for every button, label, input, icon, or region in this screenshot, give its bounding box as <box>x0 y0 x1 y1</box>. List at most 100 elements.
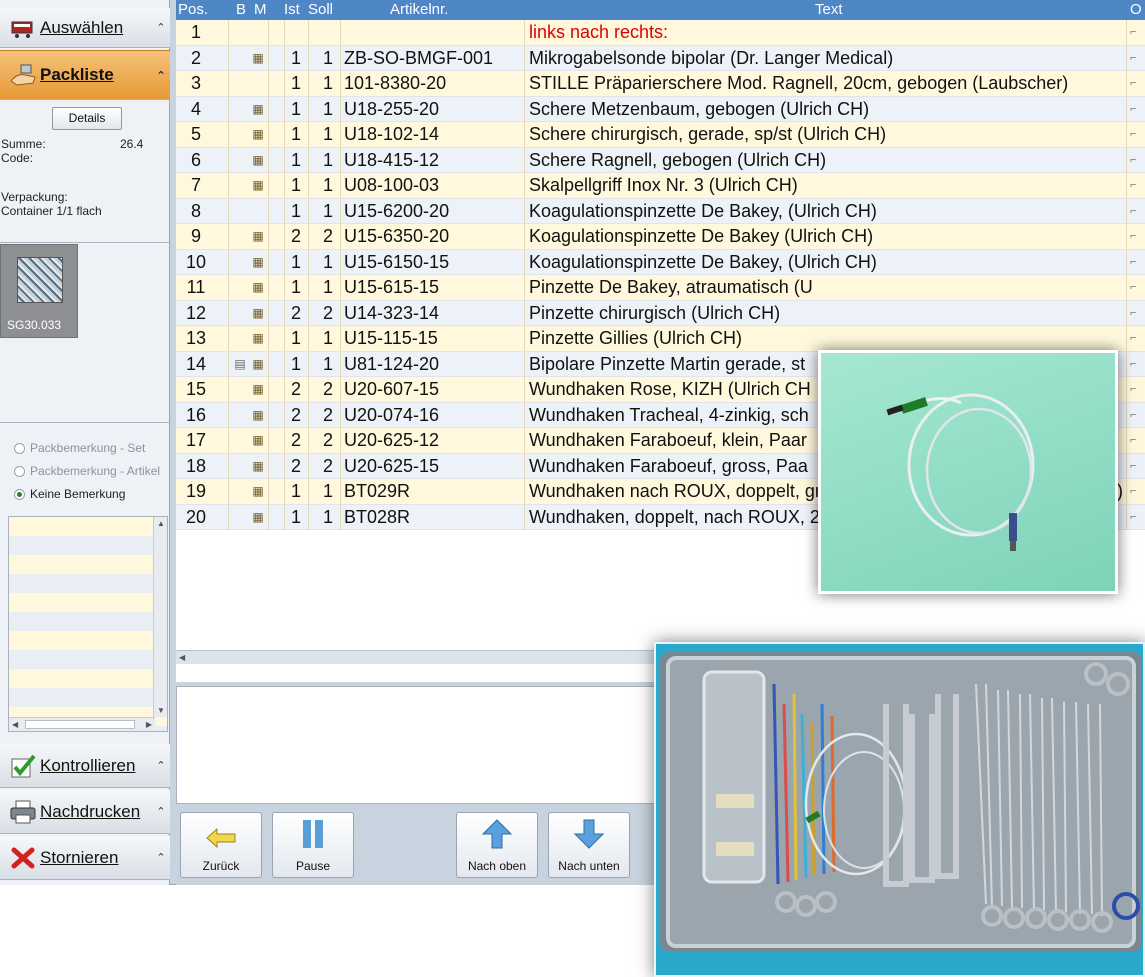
table-row[interactable]: 10 ▦ 1 1 U15-6150-15 Koagulationspinzette De … <box>176 249 1145 275</box>
cell-m: ▦ <box>252 178 264 192</box>
horizontal-scrollbar[interactable]: ◀ ▶ <box>9 717 155 731</box>
column-divider <box>284 96 285 122</box>
scroll-up-icon[interactable]: ▲ <box>157 519 165 528</box>
table-row[interactable]: 12 ▦ 2 2 U14-323-14 Pinzette chirurgisch (Ulr… <box>176 300 1145 326</box>
column-header-m[interactable]: M <box>254 0 267 20</box>
table-row[interactable]: 4 ▦ 1 1 U18-255-20 Schere Metzenbaum, gebogen… <box>176 96 1145 122</box>
row-option-icon[interactable]: ⌐ <box>1130 250 1145 275</box>
column-divider <box>284 453 285 479</box>
column-divider <box>524 326 525 351</box>
row-option-icon[interactable]: ⌐ <box>1130 224 1145 249</box>
row-option-icon[interactable]: ⌐ <box>1130 403 1145 428</box>
column-header-soll[interactable]: Soll <box>308 0 333 20</box>
column-divider <box>268 377 269 402</box>
cell-ist: 2 <box>290 455 301 476</box>
divider <box>0 422 170 423</box>
column-divider <box>524 147 525 173</box>
radio-packbemerkung-artikel[interactable]: Packbemerkung - Artikel <box>14 464 160 478</box>
radio-packbemerkung-set[interactable]: Packbemerkung - Set <box>14 441 145 455</box>
section-nachdrucken-label: Nachdrucken <box>40 801 141 821</box>
row-option-icon[interactable]: ⌐ <box>1130 352 1145 377</box>
nach-unten-button[interactable]: Nach unten <box>548 812 630 878</box>
column-header-b[interactable]: B <box>236 0 246 20</box>
row-option-icon[interactable]: ⌐ <box>1130 326 1145 351</box>
column-divider <box>284 377 285 402</box>
cell-soll: 2 <box>322 430 333 450</box>
column-header-o[interactable]: O <box>1130 0 1142 20</box>
row-option-icon[interactable]: ⌐ <box>1130 173 1145 198</box>
nach-oben-button[interactable]: Nach oben <box>456 812 538 878</box>
cell-text: Koagulationspinzette De Bakey (Ulrich CH… <box>529 226 874 246</box>
column-divider <box>340 122 341 147</box>
cell-soll: 2 <box>322 455 333 476</box>
section-stornieren[interactable]: Stornieren ⌃ <box>0 836 170 880</box>
remark-list[interactable]: ▲ ▼ ◀ ▶ <box>8 516 168 732</box>
table-row[interactable]: 13 ▦ 1 1 U15-115-15 Pinzette Gillies (Ulrich … <box>176 326 1145 352</box>
scroll-left-icon[interactable]: ◀ <box>179 653 185 662</box>
chevron-up-icon[interactable]: ⌃ <box>152 759 170 772</box>
verpackung-label: Verpackung: <box>1 190 68 204</box>
column-header-pos[interactable]: Pos. <box>178 0 208 20</box>
row-option-icon[interactable]: ⌐ <box>1130 275 1145 300</box>
row-option-icon[interactable]: ⌐ <box>1130 122 1145 147</box>
column-divider <box>524 198 525 224</box>
chevron-up-icon[interactable]: ⌃ <box>152 805 170 818</box>
table-row[interactable]: 1 links nach rechts: ⌐ <box>176 20 1145 46</box>
row-option-icon[interactable]: ⌐ <box>1130 46 1145 71</box>
row-option-icon[interactable]: ⌐ <box>1130 71 1145 96</box>
column-divider <box>228 96 229 122</box>
row-option-icon[interactable]: ⌐ <box>1130 505 1145 530</box>
column-divider <box>308 275 309 300</box>
column-divider <box>268 198 269 224</box>
arrow-up-icon <box>481 819 513 855</box>
chevron-up-icon[interactable]: ⌃ <box>152 69 170 82</box>
table-row[interactable]: 11 ▦ 1 1 U15-615-15 Pinzette De Bakey, atraum… <box>176 275 1145 301</box>
grid-header: Pos. B M Ist Soll Artikelnr. Text O <box>176 0 1145 20</box>
table-row[interactable]: 3 1 1 101-8380-20 STILLE Präparierschere Mod… <box>176 71 1145 97</box>
zurueck-button[interactable]: Zurück <box>180 812 262 878</box>
table-row[interactable]: 9 ▦ 2 2 U15-6350-20 Koagulationspinzette De B… <box>176 224 1145 250</box>
column-divider <box>1126 275 1127 300</box>
scroll-down-icon[interactable]: ▼ <box>157 706 165 715</box>
section-nachdrucken[interactable]: Nachdrucken ⌃ <box>0 790 170 834</box>
row-option-icon[interactable]: ⌐ <box>1130 148 1145 173</box>
vertical-scrollbar[interactable]: ▲ ▼ <box>153 517 167 717</box>
column-header-ist[interactable]: Ist <box>284 0 300 20</box>
column-header-artikelnr[interactable]: Artikelnr. <box>390 0 448 20</box>
cell-artikelnr: U15-6350-20 <box>344 226 450 246</box>
table-row[interactable]: 8 1 1 U15-6200-20 Koagulationspinzette De Ba… <box>176 198 1145 224</box>
set-thumbnail[interactable]: SG30.033 <box>0 244 78 338</box>
column-divider <box>268 275 269 300</box>
row-option-icon[interactable]: ⌐ <box>1130 97 1145 122</box>
section-packliste[interactable]: Packliste ⌃ <box>0 50 170 100</box>
chevron-up-icon[interactable]: ⌃ <box>152 21 170 34</box>
column-divider <box>268 96 269 122</box>
cell-m: ▦ <box>252 458 264 473</box>
cell-ist: 1 <box>290 328 301 348</box>
scroll-left-icon[interactable]: ◀ <box>12 720 18 729</box>
table-row[interactable]: 6 ▦ 1 1 U18-415-12 Schere Ragnell, gebogen (U… <box>176 147 1145 173</box>
instrument-tray-image <box>660 652 1142 952</box>
radio-keine-bemerkung[interactable]: Keine Bemerkung <box>14 487 125 501</box>
row-option-icon[interactable]: ⌐ <box>1130 428 1145 453</box>
cell-text: Schere Metzenbaum, gebogen (Ulrich CH) <box>529 98 870 119</box>
scrollbar-thumb[interactable] <box>25 720 135 729</box>
row-option-icon[interactable]: ⌐ <box>1130 377 1145 402</box>
table-row[interactable]: 5 ▦ 1 1 U18-102-14 Schere chirurgisch, gerade… <box>176 122 1145 148</box>
cell-soll: 2 <box>322 226 333 246</box>
table-row[interactable]: 7 ▦ 1 1 U08-100-03 Skalpellgriff Inox Nr. 3 (… <box>176 173 1145 199</box>
scroll-right-icon[interactable]: ▶ <box>146 720 152 729</box>
pause-button[interactable]: Pause <box>272 812 354 878</box>
chevron-up-icon[interactable]: ⌃ <box>152 851 170 864</box>
row-option-icon[interactable]: ⌐ <box>1130 454 1145 479</box>
section-auswaehlen[interactable]: Auswählen ⌃ <box>0 8 170 48</box>
table-row[interactable]: 2 ▦ 1 1 ZB-SO-BMGF-001 Mikrogabelsonde bipola… <box>176 45 1145 71</box>
section-kontrollieren[interactable]: Kontrollieren ⌃ <box>0 744 170 788</box>
row-option-icon[interactable]: ⌐ <box>1130 20 1145 45</box>
details-button[interactable]: Details <box>52 107 122 130</box>
row-option-icon[interactable]: ⌐ <box>1130 301 1145 326</box>
row-option-icon[interactable]: ⌐ <box>1130 199 1145 224</box>
cable-photo-image <box>886 393 1035 551</box>
row-option-icon[interactable]: ⌐ <box>1130 479 1145 504</box>
column-header-text[interactable]: Text <box>815 0 843 20</box>
